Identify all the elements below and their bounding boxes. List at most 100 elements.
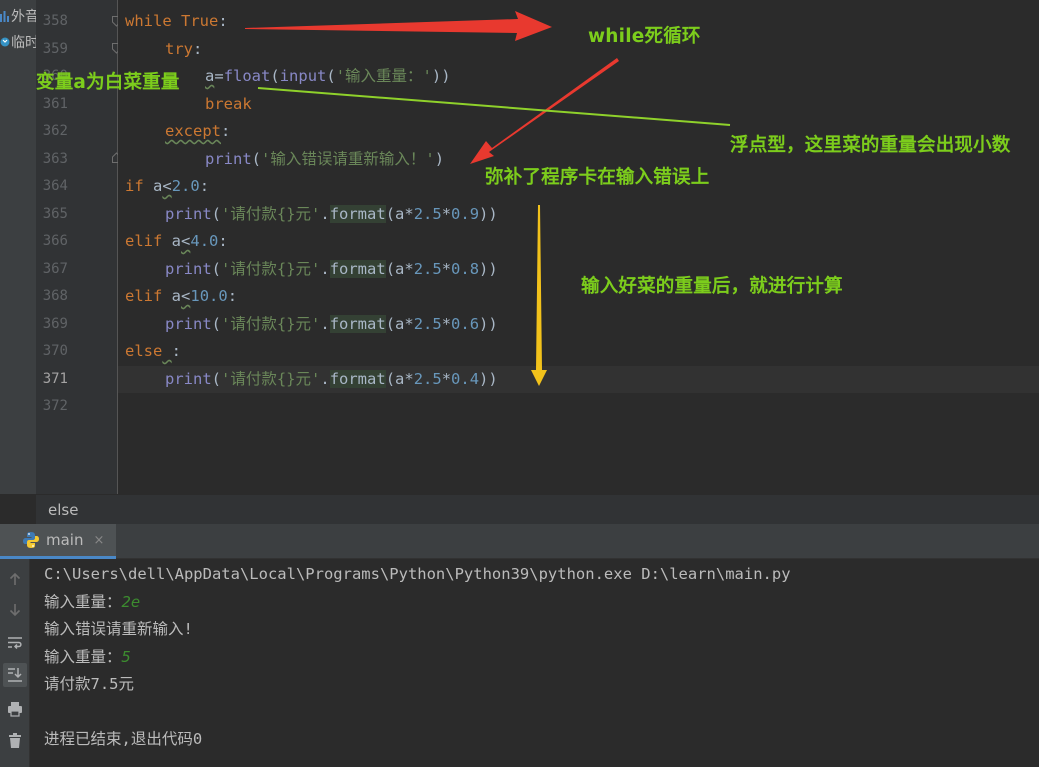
identifier: a [153,177,163,195]
operator: * [441,369,452,388]
trash-icon [9,733,21,748]
bar-chart-icon [0,10,9,22]
breadcrumb-item[interactable]: else [48,501,78,519]
console-user-input: 5 [121,647,131,666]
punctuation: : [227,287,238,305]
number-literal: 2.5 [413,314,442,333]
number-literal: 2.0 [171,177,200,195]
punctuation: : [221,122,231,140]
line-number: 358 [42,13,68,29]
line-number: 365 [42,205,68,222]
clear-all-button[interactable] [3,729,27,753]
annotation-float-note: 浮点型，这里菜的重量会出现小数 [730,135,1011,156]
punctuation: )) [479,204,498,223]
punctuation: )) [479,259,498,278]
number-literal: 2.5 [413,204,442,223]
string-literal: '输入重量：' [335,67,432,85]
line-number: 372 [42,398,68,414]
console-line: 输入重量：2e [44,588,140,616]
keyword: break [205,94,252,113]
number-literal: 4.0 [190,232,219,250]
keyword: while [125,12,172,30]
punctuation: (a* [385,314,414,333]
soft-wrap-button[interactable] [3,631,27,655]
scroll-to-end-button[interactable] [3,663,27,687]
line-number: 363 [42,150,68,167]
line-number: 366 [42,233,68,249]
code-line-358: while True: [125,8,1039,35]
operator: * [441,204,452,223]
down-button[interactable] [3,598,27,622]
string-literal: '请付款{}元' [221,314,321,333]
project-item-label: 临时 [11,35,36,51]
keyword: True [181,12,219,30]
line-number: 361 [42,95,68,112]
line-number: 370 [42,343,68,359]
line-number: 362 [42,123,68,139]
project-panel: 外音 临时 [0,0,36,494]
console-prompt: 输入重量： [44,647,122,666]
python-icon [23,532,39,548]
keyword: if [125,177,144,195]
operator: < [181,232,191,250]
punctuation: ( [211,259,222,278]
punctuation: ( [211,204,222,223]
run-tool-window-header: main × [0,524,1039,559]
operator: * [441,259,452,278]
console-line: 输入重量：5 [44,643,131,671]
project-item[interactable]: 外音 [0,6,36,26]
code-editor[interactable]: while True: try: a=float(input('输入重量：'))… [118,0,1039,494]
code-line-365: print('请付款{}元'.format(a*2.5*0.9)) [165,201,1039,228]
punctuation: ( [211,369,222,388]
line-number: 367 [42,260,68,277]
console-error-line: 输入错误请重新输入! [44,620,193,638]
punctuation: ( [251,149,262,168]
console-result-line: 请付款7.5元 [44,675,134,693]
up-button[interactable] [3,567,27,591]
keyword: else [125,342,163,360]
console-exit-line: 进程已结束,退出代码0 [44,730,203,748]
builtin: print [205,149,252,168]
arrow-down-icon [9,604,21,617]
method-name: format [329,314,386,333]
line-number: 364 [42,178,68,194]
builtin: float [223,67,271,85]
punctuation: ) [434,149,445,168]
method-name: format [329,259,386,278]
close-icon[interactable]: × [93,533,104,548]
annotation-variable-a: 变量a为白菜重量 [36,72,180,93]
builtin: print [165,259,212,278]
keyword: elif [125,232,163,250]
console-user-input: 2e [121,592,141,611]
annotation-error-note: 弥补了程序卡在输入错误上 [485,167,710,188]
punctuation: : [218,12,228,30]
code-line-361: break [205,91,1039,118]
scroll-to-end-icon [8,668,22,682]
breadcrumb[interactable]: else [36,494,1039,524]
line-number: 369 [42,315,68,332]
code-line-370: else : [125,338,1039,365]
method-name: format [329,204,386,223]
punctuation: . [320,314,330,333]
number-literal: 0.6 [451,314,480,333]
console-output[interactable]: C:\Users\dell\AppData\Local\Programs\Pyt… [30,559,1039,767]
punctuation: (a* [385,259,414,278]
punctuation: : [171,342,182,360]
line-number: 368 [42,288,68,304]
number-literal: 2.5 [413,369,442,388]
string-literal: '请付款{}元' [221,204,321,223]
operator: < [162,177,172,195]
project-item[interactable]: 临时 [0,32,36,52]
operator: * [441,314,452,333]
print-button[interactable] [3,697,27,721]
punctuation: ( [326,67,336,85]
number-literal: 0.9 [451,204,480,223]
code-line-360: a=float(input('输入重量：')) [205,63,1039,90]
identifier: a [205,67,215,85]
number-literal: 0.8 [451,259,480,278]
punctuation: )) [479,314,498,333]
scratch-icon [0,36,10,48]
run-tab-main[interactable]: main × [0,524,116,559]
punctuation: . [320,204,330,223]
